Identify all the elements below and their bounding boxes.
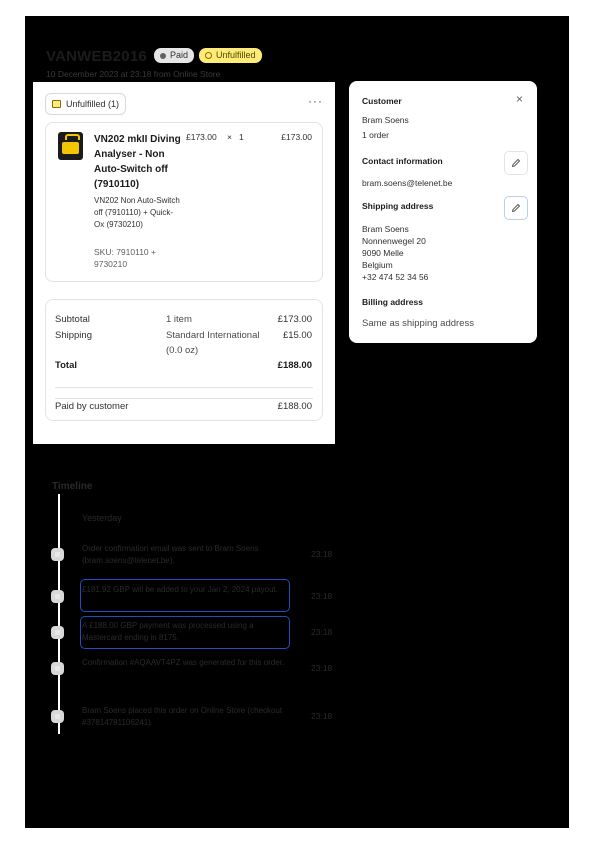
product-thumbnail[interactable] xyxy=(58,132,83,160)
timeline-event: Order confirmation email was sent to Bra… xyxy=(82,544,259,565)
billing-address-text: Same as shipping address xyxy=(362,318,474,329)
timeline-event: Bram Soens placed this order on Online S… xyxy=(82,706,283,727)
timeline-time: 23:18 xyxy=(311,591,333,601)
product-sku: SKU: 7910110 + 9730210 xyxy=(94,247,156,269)
subtotal-label: Subtotal xyxy=(55,314,90,325)
timeline-title: Timeline xyxy=(52,481,93,492)
paid-by-customer-value: £188.00 xyxy=(277,401,312,412)
contact-heading: Contact information xyxy=(362,156,443,166)
address-line: 9090 Melle xyxy=(362,248,404,258)
timeline-node-icon xyxy=(51,590,64,603)
order-title: VANWEB2016 xyxy=(46,48,147,65)
item-price: £173.00 xyxy=(186,132,217,142)
timeline-node-icon xyxy=(51,662,64,675)
timeline-node-icon xyxy=(51,626,64,639)
timeline-time: 23:18 xyxy=(311,627,333,637)
unfulfilled-status-pill[interactable]: Unfulfilled (1) xyxy=(45,93,127,115)
more-actions-button[interactable]: ··· xyxy=(308,94,323,108)
unfulfilled-ring-icon xyxy=(205,52,212,59)
paid-badge-label: Paid xyxy=(170,50,189,60)
customer-heading: Customer xyxy=(362,96,402,106)
customer-card: Customer × Bram Soens 1 order Contact in… xyxy=(349,81,537,343)
address-line: Bram Soens xyxy=(362,224,409,234)
total-label: Total xyxy=(55,360,77,371)
shipping-address-heading: Shipping address xyxy=(362,201,434,211)
timeline-time: 23:18 xyxy=(311,549,333,559)
unfulfilled-status-label: Unfulfilled (1) xyxy=(66,99,120,109)
order-page: VANWEB2016 Paid Unfulfilled 10 December … xyxy=(25,16,569,828)
item-quantity: 1 xyxy=(239,132,244,142)
package-icon xyxy=(52,100,61,108)
item-total: £173.00 xyxy=(281,132,312,142)
total-value: £188.00 xyxy=(277,360,312,371)
unfulfilled-badge-label: Unfulfilled xyxy=(216,50,256,60)
customer-orders-link[interactable]: 1 order xyxy=(362,129,389,141)
pencil-icon xyxy=(511,203,521,213)
order-date: 10 December 2023 at 23:18 from Online St… xyxy=(46,69,221,79)
customer-name-link[interactable]: Bram Soens xyxy=(362,114,409,126)
timeline-line xyxy=(58,494,60,734)
timeline-time: 23:18 xyxy=(311,711,333,721)
timeline-time: 23:18 xyxy=(311,663,333,673)
product-variant: VN202 Non Auto-Switch off (7910110) + Qu… xyxy=(94,196,180,229)
edit-shipping-button[interactable] xyxy=(504,196,528,220)
product-name-link[interactable]: VN202 mkII Diving Analyser - Non Auto-Sw… xyxy=(94,132,184,192)
shipping-desc: Standard International (0.0 oz) xyxy=(166,330,260,356)
line-item: VN202 mkII Diving Analyser - Non Auto-Sw… xyxy=(45,122,323,282)
timeline-date-heading: Yesterday xyxy=(82,513,122,523)
timeline-node-icon xyxy=(51,548,64,561)
subtotal-desc: 1 item xyxy=(166,314,192,325)
address-phone: +32 474 52 34 56 xyxy=(362,272,429,282)
address-line: Nonnenwegel 20 xyxy=(362,236,426,246)
case-face-shape xyxy=(62,142,79,154)
close-icon[interactable]: × xyxy=(516,92,523,106)
billing-address-heading: Billing address xyxy=(362,297,423,307)
timeline-event: Confirmation #AQAAVT4PZ was generated fo… xyxy=(82,658,285,667)
case-handle-shape xyxy=(65,134,80,140)
pencil-icon xyxy=(511,158,521,168)
paid-badge: Paid xyxy=(154,48,195,63)
customer-email-link[interactable]: bram.soens@telenet.be xyxy=(362,177,452,189)
timeline-event: A £188.00 GBP payment was processed usin… xyxy=(82,621,254,642)
times-sign: × xyxy=(227,132,232,142)
payment-summary: Subtotal 1 item £173.00 Shipping Standar… xyxy=(45,299,323,421)
address-line: Belgium xyxy=(362,260,393,270)
unfulfilled-badge: Unfulfilled xyxy=(199,48,262,63)
paid-by-customer-label: Paid by customer xyxy=(55,401,129,412)
fulfillment-card: Unfulfilled (1) ··· VN202 mkII Diving An… xyxy=(33,82,335,444)
summary-divider xyxy=(55,387,313,388)
timeline-event: £181.92 GBP will be added to your Jan 2,… xyxy=(82,585,278,594)
timeline-node-icon xyxy=(51,710,64,723)
subtotal-value: £173.00 xyxy=(277,314,312,325)
summary-divider-2 xyxy=(55,398,313,399)
shipping-value: £15.00 xyxy=(282,330,312,341)
shipping-label: Shipping xyxy=(55,330,92,341)
paid-dot-icon xyxy=(160,52,166,59)
edit-contact-button[interactable] xyxy=(504,151,528,175)
